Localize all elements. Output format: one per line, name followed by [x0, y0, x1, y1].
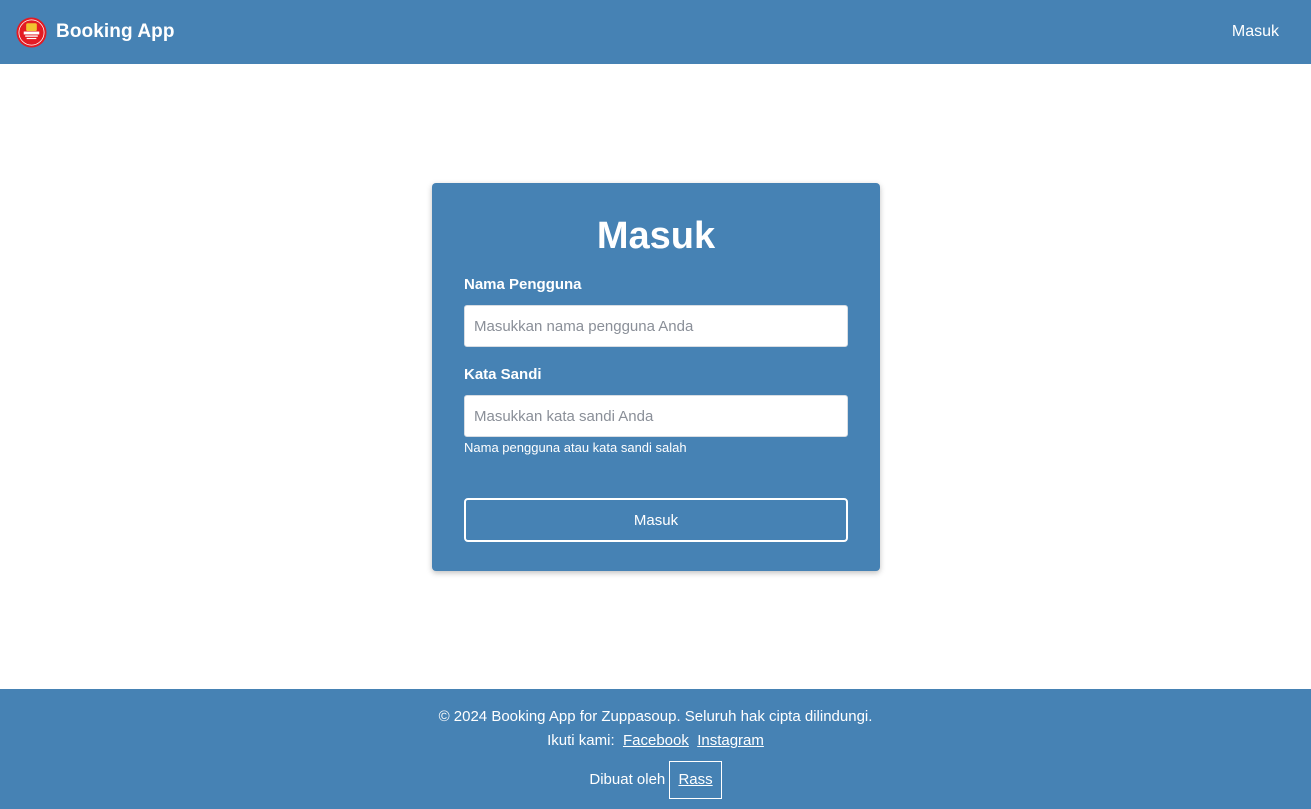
author-link[interactable]: Rass [669, 761, 722, 799]
copyright-text: © 2024 Booking App for Zuppasoup. Seluru… [438, 708, 873, 725]
instagram-link[interactable]: Instagram [697, 732, 764, 749]
made-by: Dibuat oleh Rass [0, 761, 1311, 799]
follow-label: Ikuti kami: [547, 732, 615, 749]
social-links: Ikuti kami: Facebook Instagram [0, 732, 1311, 750]
brand-name: Booking App [56, 21, 175, 42]
navbar: Booking App Masuk [0, 0, 1311, 64]
username-input[interactable] [464, 305, 848, 347]
login-card: Masuk Nama Pengguna Kata Sandi Nama peng… [432, 183, 880, 571]
password-input[interactable] [464, 395, 848, 437]
facebook-link[interactable]: Facebook [623, 732, 689, 749]
brand-link[interactable]: Booking App [16, 16, 175, 48]
username-label: Nama Pengguna [464, 276, 582, 293]
login-error-message: Nama pengguna atau kata sandi salah [464, 440, 687, 455]
nav-login-link[interactable]: Masuk [1232, 23, 1279, 41]
zuppasoup-logo-icon [16, 16, 47, 48]
login-submit-button[interactable]: Masuk [464, 498, 848, 542]
footer: © 2024 Booking App for Zuppasoup. Seluru… [0, 689, 1311, 809]
password-label: Kata Sandi [464, 366, 542, 383]
login-title: Masuk [596, 215, 716, 257]
made-by-label: Dibuat oleh [589, 771, 666, 788]
